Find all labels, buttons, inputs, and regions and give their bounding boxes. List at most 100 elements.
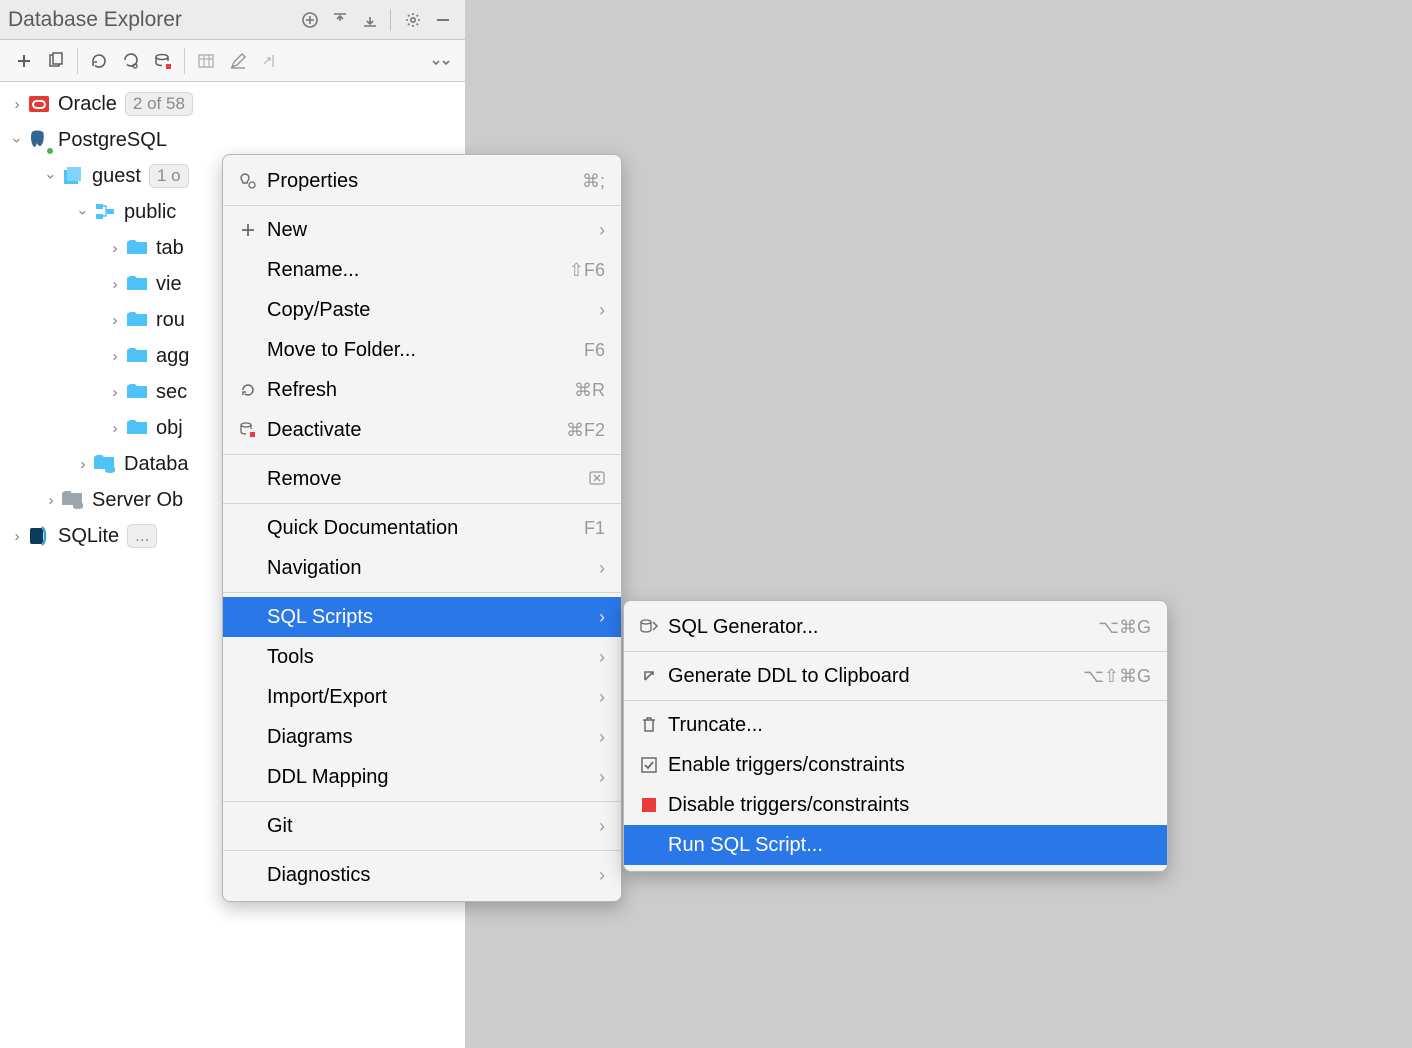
count-badge: ... [127, 524, 157, 548]
chevron-right-icon[interactable]: › [42, 492, 60, 509]
edit-icon[interactable] [222, 46, 254, 76]
submenu-arrow-icon: › [599, 865, 605, 886]
tree-label: rou [156, 309, 185, 332]
menu-label: SQL Scripts [261, 606, 599, 629]
delete-icon [589, 469, 605, 490]
export-icon [636, 668, 662, 684]
checkbox-checked-icon [636, 757, 662, 773]
menu-remove[interactable]: Remove [223, 459, 621, 499]
panel-title: Database Explorer [8, 8, 294, 32]
refresh-settings-icon[interactable] [115, 46, 147, 76]
menu-label: Git [261, 815, 599, 838]
menu-label: Properties [261, 170, 582, 193]
tree-node-oracle[interactable]: › Oracle 2 of 58 [0, 86, 465, 122]
refresh-icon[interactable] [83, 46, 115, 76]
collapse-icon[interactable] [326, 6, 354, 34]
database-objects-icon [92, 451, 118, 477]
menu-label: Refresh [261, 379, 574, 402]
menu-new[interactable]: New › [223, 210, 621, 250]
menu-label: Copy/Paste [261, 299, 599, 322]
postgresql-icon [26, 127, 52, 153]
submenu-generate-ddl[interactable]: Generate DDL to Clipboard ⌥⇧⌘G [624, 656, 1167, 696]
menu-move-folder[interactable]: Move to Folder... F6 [223, 330, 621, 370]
separator [223, 205, 621, 206]
chevron-right-icon[interactable]: › [8, 96, 26, 113]
chevron-down-icon[interactable]: › [9, 131, 26, 149]
chevron-right-icon[interactable]: › [106, 240, 124, 257]
chevron-right-icon[interactable]: › [106, 384, 124, 401]
shortcut: F6 [584, 340, 605, 361]
menu-git[interactable]: Git › [223, 806, 621, 846]
submenu-enable-triggers[interactable]: Enable triggers/constraints [624, 745, 1167, 785]
menu-sql-scripts[interactable]: SQL Scripts › [223, 597, 621, 637]
menu-tools[interactable]: Tools › [223, 637, 621, 677]
chevron-right-icon[interactable]: › [8, 528, 26, 545]
submenu-arrow-icon: › [599, 687, 605, 708]
duplicate-icon[interactable] [40, 46, 72, 76]
panel-header: Database Explorer [0, 0, 465, 40]
menu-label: Remove [261, 468, 589, 491]
menu-ddl-mapping[interactable]: DDL Mapping › [223, 757, 621, 797]
submenu-arrow-icon: › [599, 647, 605, 668]
chevron-right-icon[interactable]: › [106, 348, 124, 365]
menu-copy-paste[interactable]: Copy/Paste › [223, 290, 621, 330]
menu-refresh[interactable]: Refresh ⌘R [223, 370, 621, 410]
menu-label: DDL Mapping [261, 766, 599, 789]
chevron-right-icon[interactable]: › [74, 456, 92, 473]
expand-icon[interactable] [356, 6, 384, 34]
shortcut: F1 [584, 518, 605, 539]
schema-icon [92, 199, 118, 225]
tree-label: tab [156, 237, 184, 260]
tree-node-postgresql[interactable]: › PostgreSQL [0, 122, 465, 158]
submenu-disable-triggers[interactable]: Disable triggers/constraints [624, 785, 1167, 825]
more-icon[interactable] [425, 46, 457, 76]
separator [223, 503, 621, 504]
chevron-down-icon[interactable]: › [75, 203, 92, 221]
menu-label: Quick Documentation [261, 517, 584, 540]
menu-quick-documentation[interactable]: Quick Documentation F1 [223, 508, 621, 548]
deactivate-icon[interactable] [147, 46, 179, 76]
tree-label: obj [156, 417, 183, 440]
menu-label: Generate DDL to Clipboard [662, 665, 1083, 688]
folder-icon [124, 343, 150, 369]
minimize-icon[interactable] [429, 6, 457, 34]
separator [223, 454, 621, 455]
tree-label: Databa [124, 453, 189, 476]
chevron-down-icon[interactable]: › [43, 167, 60, 185]
count-badge: 2 of 58 [125, 92, 193, 116]
tree-label: Server Ob [92, 489, 183, 512]
table-icon[interactable] [190, 46, 222, 76]
new-icon[interactable] [8, 46, 40, 76]
menu-diagnostics[interactable]: Diagnostics › [223, 855, 621, 895]
menu-navigation[interactable]: Navigation › [223, 548, 621, 588]
settings-icon[interactable] [399, 6, 427, 34]
menu-deactivate[interactable]: Deactivate ⌘F2 [223, 410, 621, 450]
refresh-icon [235, 382, 261, 398]
tree-label: vie [156, 273, 182, 296]
submenu-run-sql-script[interactable]: Run SQL Script... [624, 825, 1167, 865]
menu-rename[interactable]: Rename... ⇧F6 [223, 250, 621, 290]
tree-label: PostgreSQL [58, 129, 167, 152]
menu-import-export[interactable]: Import/Export › [223, 677, 621, 717]
jump-icon[interactable] [254, 46, 286, 76]
separator [77, 48, 78, 74]
sqlite-icon [26, 523, 52, 549]
separator [223, 801, 621, 802]
database-icon [60, 163, 86, 189]
menu-diagrams[interactable]: Diagrams › [223, 717, 621, 757]
tree-label: Oracle [58, 93, 117, 116]
submenu-arrow-icon: › [599, 816, 605, 837]
chevron-right-icon[interactable]: › [106, 420, 124, 437]
submenu-sql-generator[interactable]: SQL Generator... ⌥⌘G [624, 607, 1167, 647]
submenu-truncate[interactable]: Truncate... [624, 705, 1167, 745]
tree-label: SQLite [58, 525, 119, 548]
shortcut: ⌘F2 [566, 420, 605, 441]
menu-properties[interactable]: Properties ⌘; [223, 161, 621, 201]
folder-icon [124, 379, 150, 405]
chevron-right-icon[interactable]: › [106, 276, 124, 293]
folder-icon [124, 307, 150, 333]
add-data-source-icon[interactable] [296, 6, 324, 34]
chevron-right-icon[interactable]: › [106, 312, 124, 329]
plus-icon [235, 223, 261, 237]
shortcut: ⌥⌘G [1098, 617, 1151, 638]
